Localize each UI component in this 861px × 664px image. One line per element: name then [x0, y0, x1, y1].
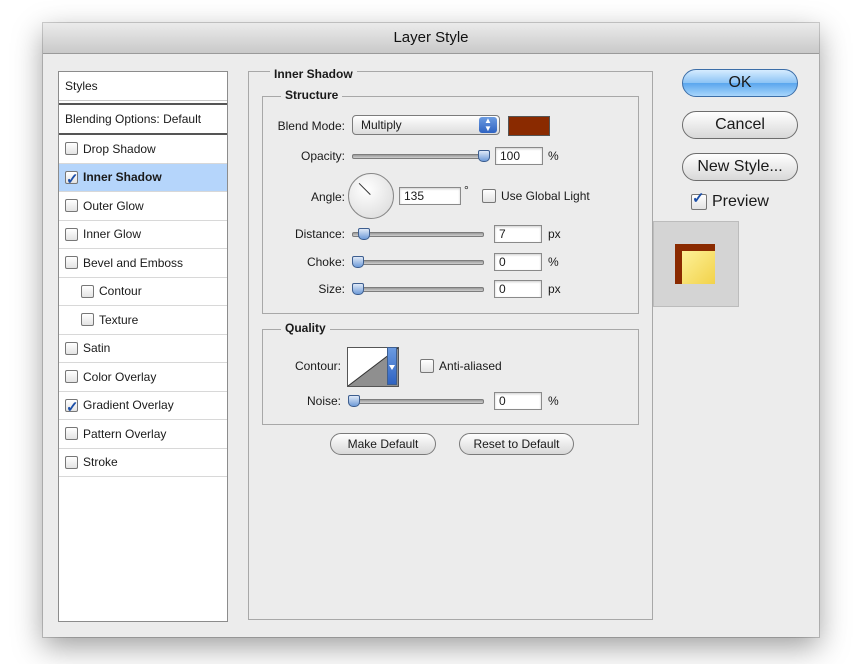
contour-label: Contour:	[294, 359, 341, 373]
style-item-gradient-overlay[interactable]: Gradient Overlay	[59, 392, 227, 422]
distance-slider-thumb[interactable]	[358, 228, 370, 240]
opacity-unit: %	[548, 149, 559, 163]
style-item-label: Contour	[99, 284, 142, 299]
style-item-checkbox[interactable]	[65, 227, 78, 241]
angle-unit: °	[464, 183, 469, 197]
opacity-slider[interactable]	[352, 150, 490, 162]
distance-slider[interactable]	[352, 228, 484, 240]
structure-title: Structure	[281, 88, 343, 102]
distance-input[interactable]: 7	[494, 225, 542, 243]
preview-label: Preview	[712, 193, 769, 210]
anti-aliased-box[interactable]	[420, 359, 434, 373]
style-item-pattern-overlay[interactable]: Pattern Overlay	[59, 420, 227, 449]
style-item-contour[interactable]: Contour	[59, 278, 227, 306]
quality-group	[262, 329, 639, 425]
blending-options-item[interactable]: Blending Options: Default	[59, 103, 227, 135]
choke-slider-thumb[interactable]	[352, 256, 364, 268]
style-item-label: Stroke	[83, 455, 118, 470]
distance-unit: px	[548, 227, 561, 241]
style-item-checkbox[interactable]	[65, 142, 78, 156]
style-item-label: Drop Shadow	[83, 141, 156, 156]
style-item-label: Texture	[99, 312, 139, 327]
reset-to-default-button[interactable]: Reset to Default	[459, 433, 574, 455]
style-item-checkbox[interactable]	[65, 199, 78, 213]
angle-input[interactable]: 135	[399, 187, 461, 205]
style-item-satin[interactable]: Satin	[59, 335, 227, 363]
style-item-stroke[interactable]: Stroke	[59, 449, 227, 477]
ok-button[interactable]: OK	[682, 69, 798, 97]
layer-style-dialog: Layer Style Styles Blending Options: Def…	[43, 23, 819, 637]
anti-aliased-checkbox[interactable]: Anti-aliased	[420, 359, 502, 373]
style-item-checkbox[interactable]	[65, 341, 78, 355]
style-item-checkbox[interactable]	[65, 370, 78, 384]
make-default-button[interactable]: Make Default	[330, 433, 436, 455]
style-item-color-overlay[interactable]: Color Overlay	[59, 363, 227, 392]
style-item-label: Outer Glow	[83, 198, 144, 213]
style-item-label: Bevel and Emboss	[83, 255, 184, 270]
contour-dropdown-button[interactable]	[387, 347, 397, 385]
blend-mode-value: Multiply	[361, 118, 402, 132]
noise-unit: %	[548, 394, 559, 408]
quality-title: Quality	[281, 321, 330, 335]
styles-list: Styles Blending Options: Default Drop Sh…	[58, 71, 228, 622]
shadow-color-swatch[interactable]	[508, 116, 550, 136]
panel-title: Inner Shadow	[270, 67, 357, 81]
choke-input[interactable]: 0	[494, 253, 542, 271]
style-item-label: Satin	[83, 341, 111, 356]
angle-needle	[358, 182, 371, 195]
angle-label: Angle:	[310, 190, 345, 204]
new-style-button[interactable]: New Style...	[682, 153, 798, 181]
blend-mode-select[interactable]: Multiply ▲ ▼	[352, 115, 500, 135]
noise-slider[interactable]	[348, 395, 484, 407]
style-item-checkbox[interactable]	[65, 256, 78, 270]
blend-mode-label: Blend Mode:	[277, 119, 345, 133]
preview-box[interactable]	[691, 189, 707, 210]
style-item-outer-glow[interactable]: Outer Glow	[59, 192, 227, 221]
preview-checkbox[interactable]: Preview	[691, 189, 769, 211]
opacity-label: Opacity:	[300, 149, 345, 163]
use-global-light-box[interactable]	[482, 189, 496, 203]
style-item-label: Color Overlay	[83, 369, 157, 384]
style-item-checkbox[interactable]	[81, 284, 94, 298]
styles-header[interactable]: Styles	[59, 72, 227, 101]
size-slider[interactable]	[352, 283, 484, 295]
style-item-checkbox[interactable]	[65, 166, 79, 194]
style-item-label: Inner Shadow	[83, 170, 162, 185]
style-item-inner-glow[interactable]: Inner Glow	[59, 221, 227, 249]
chevron-down-icon	[389, 365, 395, 370]
size-unit: px	[548, 282, 561, 296]
noise-input[interactable]: 0	[494, 392, 542, 410]
cancel-button[interactable]: Cancel	[682, 111, 798, 139]
size-slider-thumb[interactable]	[352, 283, 364, 295]
angle-dial[interactable]	[348, 173, 394, 219]
style-item-checkbox[interactable]	[81, 313, 94, 327]
style-item-label: Inner Glow	[83, 227, 142, 242]
opacity-input[interactable]: 100	[495, 147, 543, 165]
window-title: Layer Style	[43, 23, 819, 54]
style-item-checkbox[interactable]	[65, 455, 78, 469]
size-label: Size:	[318, 282, 345, 296]
choke-label: Choke:	[306, 255, 345, 269]
anti-aliased-label: Anti-aliased	[439, 359, 502, 373]
preview-shadow-left	[675, 244, 682, 284]
style-item-label: Pattern Overlay	[83, 426, 167, 441]
style-item-drop-shadow[interactable]: Drop Shadow	[59, 135, 227, 164]
use-global-light-label: Use Global Light	[501, 189, 590, 203]
noise-label: Noise:	[306, 394, 341, 408]
distance-label: Distance:	[294, 227, 345, 241]
style-item-checkbox[interactable]	[65, 394, 79, 422]
style-item-inner-shadow[interactable]: Inner Shadow	[59, 163, 227, 194]
style-item-checkbox[interactable]	[65, 427, 78, 441]
style-item-label: Gradient Overlay	[83, 398, 174, 413]
use-global-light-checkbox[interactable]: Use Global Light	[482, 189, 590, 203]
noise-slider-thumb[interactable]	[348, 395, 360, 407]
style-item-texture[interactable]: Texture	[59, 306, 227, 335]
popup-arrows-icon: ▲ ▼	[479, 117, 497, 133]
style-preview-thumbnail	[653, 221, 739, 307]
style-item-bevel-and-emboss[interactable]: Bevel and Emboss	[59, 249, 227, 278]
choke-slider[interactable]	[352, 256, 484, 268]
size-input[interactable]: 0	[494, 280, 542, 298]
choke-unit: %	[548, 255, 559, 269]
opacity-slider-thumb[interactable]	[478, 150, 490, 162]
